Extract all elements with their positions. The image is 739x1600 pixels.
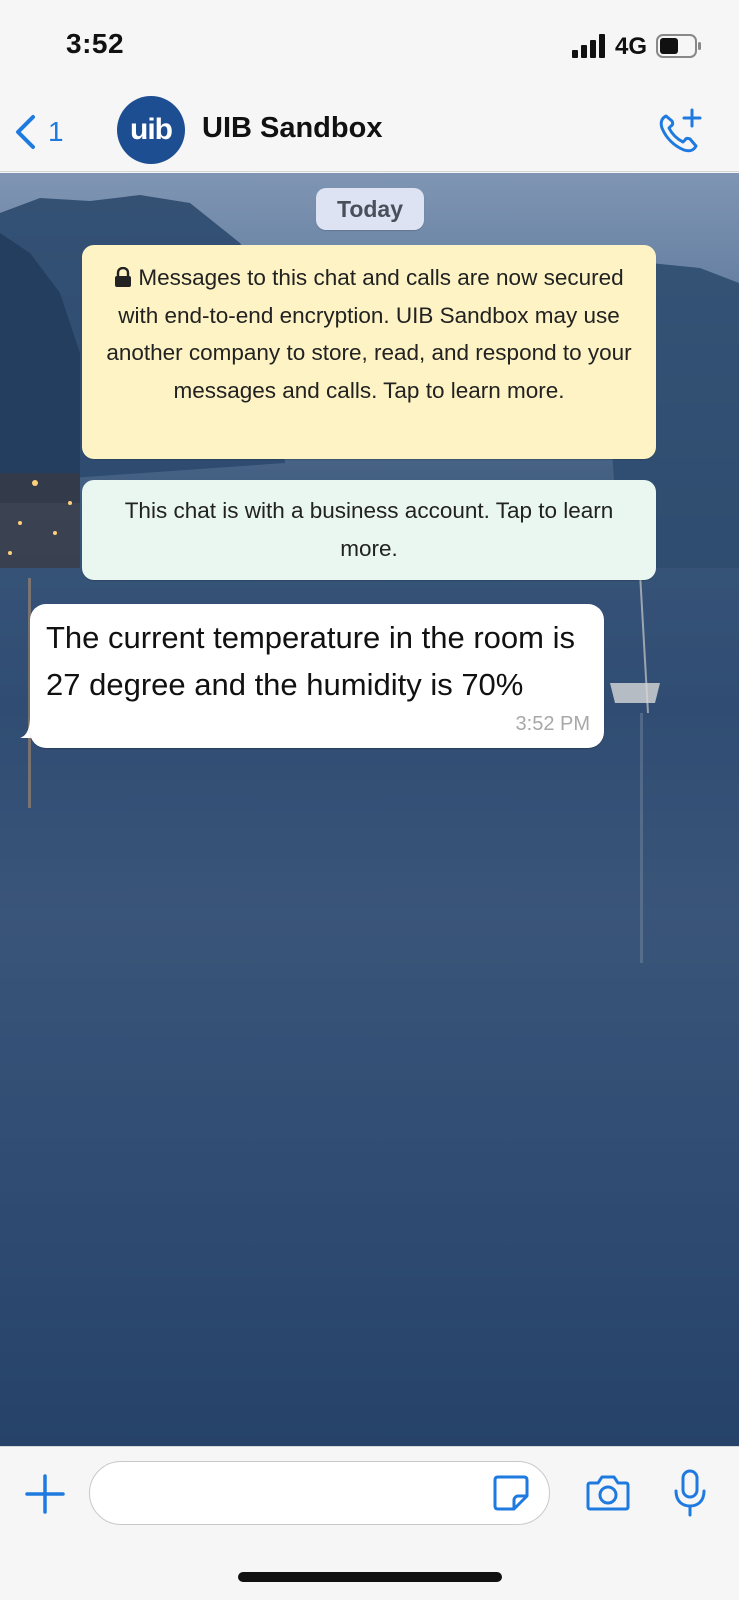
battery-icon: [656, 34, 701, 58]
back-chevron-icon: [16, 115, 35, 149]
message-time: 3:52 PM: [515, 713, 590, 735]
sticker-icon[interactable]: [492, 1474, 530, 1512]
date-label: Today: [316, 188, 424, 230]
chat-header: 1 uib UIB Sandbox: [0, 92, 739, 172]
back-button[interactable]: 1: [14, 110, 84, 154]
encryption-notice[interactable]: Messages to this chat and calls are now …: [82, 245, 656, 459]
message-bubble[interactable]: The current temperature in the room is 2…: [30, 604, 604, 748]
home-indicator[interactable]: [238, 1572, 502, 1582]
status-bar: 3:52 4G: [0, 0, 739, 92]
business-notice-text: This chat is with a business account. Ta…: [124, 498, 614, 561]
camera-icon[interactable]: [586, 1473, 630, 1513]
unread-count: 1: [48, 116, 64, 147]
network-type: 4G: [615, 33, 648, 60]
plus-icon[interactable]: [24, 1473, 66, 1515]
business-notice[interactable]: This chat is with a business account. Ta…: [82, 480, 656, 580]
lock-icon: [115, 267, 132, 287]
message-text: The current temperature in the room is 2…: [46, 620, 575, 702]
microphone-icon[interactable]: [672, 1469, 708, 1517]
avatar[interactable]: uib: [117, 96, 185, 164]
chat-title[interactable]: UIB Sandbox: [202, 112, 382, 145]
status-time: 3:52: [66, 28, 125, 59]
message-input[interactable]: [89, 1461, 550, 1525]
call-add-icon[interactable]: [656, 108, 704, 154]
signal-icon: [572, 34, 605, 58]
encryption-notice-text: Messages to this chat and calls are now …: [106, 265, 632, 403]
